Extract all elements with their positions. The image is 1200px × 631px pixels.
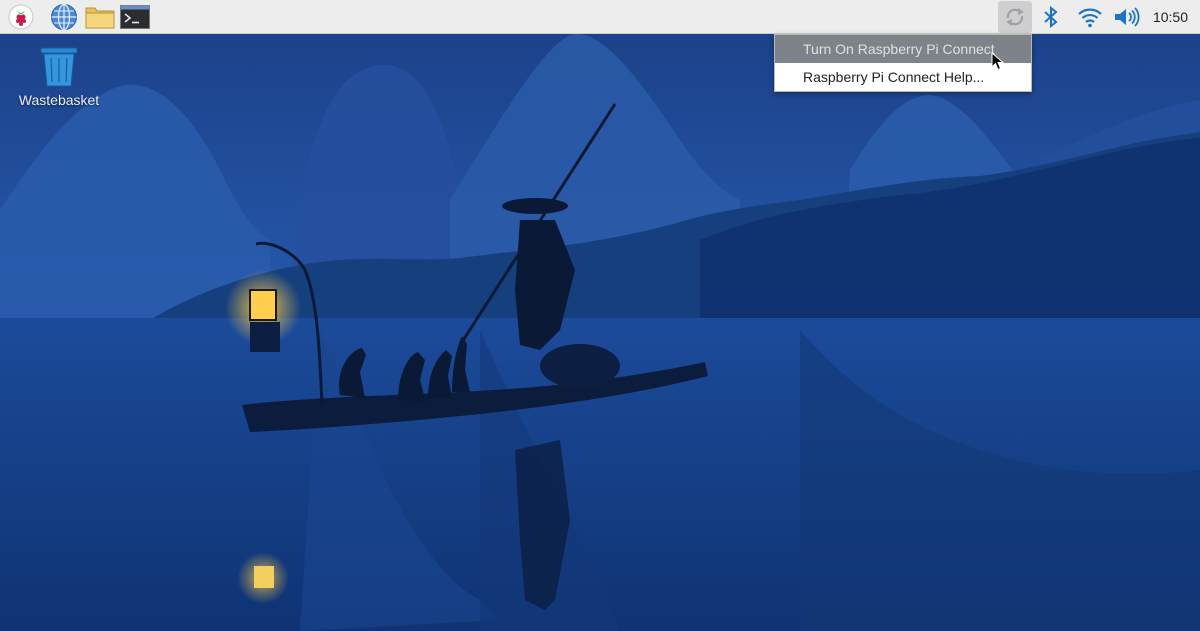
raspberry-pi-connect-icon bbox=[1006, 8, 1024, 26]
desktop: 10:50 Wastebasket Turn On Raspberry Pi C… bbox=[0, 0, 1200, 631]
wallpaper bbox=[0, 0, 1200, 631]
taskbar: 10:50 bbox=[0, 0, 1200, 34]
bluetooth-icon bbox=[1044, 5, 1058, 29]
bluetooth-button[interactable] bbox=[1036, 2, 1066, 32]
raspberry-pi-connect-button[interactable] bbox=[998, 1, 1032, 33]
terminal-icon bbox=[120, 5, 150, 29]
file-manager-button[interactable] bbox=[85, 2, 115, 32]
wastebasket-icon bbox=[40, 47, 78, 87]
web-browser-icon bbox=[51, 3, 77, 31]
volume-icon bbox=[1115, 7, 1140, 27]
desktop-icon-wastebasket[interactable]: Wastebasket bbox=[10, 44, 108, 108]
wifi-icon bbox=[1078, 8, 1102, 28]
web-browser-button[interactable] bbox=[49, 2, 79, 32]
wifi-button[interactable] bbox=[1075, 2, 1105, 32]
clock[interactable]: 10:50 bbox=[1153, 0, 1188, 34]
volume-button[interactable] bbox=[1112, 2, 1142, 32]
desktop-icon-label: Wastebasket bbox=[18, 92, 100, 108]
terminal-button[interactable] bbox=[120, 2, 150, 32]
mouse-pointer-icon bbox=[991, 52, 1005, 71]
raspberry-menu-button[interactable] bbox=[6, 2, 36, 32]
raspberry-menu-icon bbox=[8, 4, 34, 30]
file-manager-icon bbox=[85, 7, 115, 29]
